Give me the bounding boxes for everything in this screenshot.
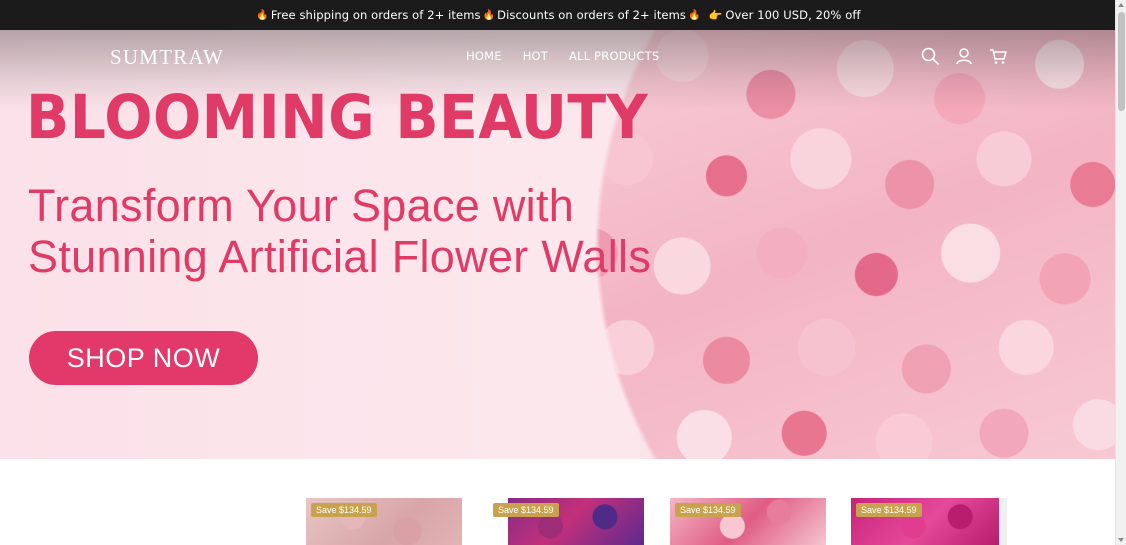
product-card[interactable]: Save $134.59	[488, 498, 644, 545]
save-badge: Save $134.59	[675, 503, 741, 517]
hero-subheadline: Transform Your Space with Stunning Artif…	[28, 180, 651, 282]
save-badge: Save $134.59	[311, 503, 377, 517]
flame-icon: 🔥	[256, 9, 269, 21]
flame-icon: 🔥	[482, 9, 496, 21]
announcement-text-2: Discounts on orders of 2+ items	[497, 8, 687, 22]
hero-banner[interactable]: BLOOMING BEAUTY Transform Your Space wit…	[0, 30, 1115, 459]
search-icon[interactable]	[921, 47, 939, 65]
product-card[interactable]: Save $134.59	[670, 498, 826, 545]
announcement-bar: 🔥 Free shipping on orders of 2+ items 🔥 …	[0, 0, 1115, 30]
shop-now-button[interactable]: SHOP NOW	[29, 331, 258, 385]
flame-icon: 🔥	[688, 9, 701, 21]
product-card[interactable]: Save $134.59	[851, 498, 1007, 545]
scrollbar-thumb[interactable]	[1118, 12, 1125, 111]
nav-hot[interactable]: HOT	[523, 49, 548, 63]
product-card[interactable]: Save $134.59	[306, 498, 462, 545]
hero-subheadline-line-1: Transform Your Space with	[28, 180, 575, 231]
hero-headline: BLOOMING BEAUTY	[26, 82, 649, 153]
nav-all-products[interactable]: ALL PRODUCTS	[569, 49, 659, 63]
page-scrollbar[interactable]	[1115, 0, 1126, 545]
announcement-text-1: Free shipping on orders of 2+ items	[270, 8, 481, 22]
hero-subheadline-line-2: Stunning Artificial Flower Walls	[28, 231, 652, 282]
cart-icon[interactable]	[989, 47, 1007, 65]
site-logo[interactable]: SUMTRAW	[110, 45, 224, 69]
scroll-up-arrow-icon[interactable]	[1118, 3, 1124, 7]
nav-home[interactable]: HOME	[466, 49, 502, 63]
scroll-down-arrow-icon[interactable]	[1118, 538, 1124, 542]
save-badge: Save $134.59	[493, 503, 559, 517]
account-icon[interactable]	[955, 47, 973, 65]
announcement-text-3: Over 100 USD, 20% off	[725, 8, 861, 22]
main-nav: HOME HOT ALL PRODUCTS	[466, 49, 659, 63]
header-icons	[921, 47, 1007, 65]
save-badge: Save $134.59	[856, 503, 922, 517]
pointing-hand-icon: 👉	[708, 8, 723, 22]
